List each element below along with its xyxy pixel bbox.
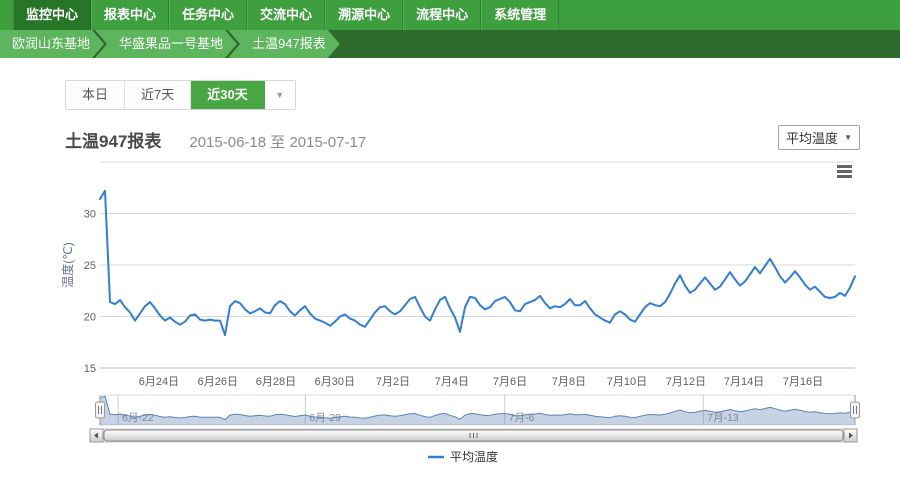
nav-item-monitoring[interactable]: 监控中心 xyxy=(13,0,91,30)
page-title: 土温947报表 xyxy=(65,132,161,151)
chart-container: 15 20 25 30 温度(℃) 6月24日 6月26日 6月28日 6月30日 7月2日 7月4… xyxy=(0,157,900,477)
tab-today[interactable]: 本日 xyxy=(66,81,125,109)
main-nav: 监控中心 报表中心 任务中心 交流中心 溯源中心 流程中心 系统管理 xyxy=(0,0,900,30)
breadcrumb-item-sub-base[interactable]: 华盛果品一号基地 xyxy=(95,30,237,58)
date-range-label: 2015-06-18 至 2015-07-17 xyxy=(189,134,366,151)
nav-item-tasks[interactable]: 任务中心 xyxy=(169,0,247,30)
nav-item-workflow[interactable]: 流程中心 xyxy=(403,0,481,30)
x-axis-tick-label: 6月24日 xyxy=(139,376,179,388)
date-range-tabs: 本日 近7天 近30天 ▼ xyxy=(65,80,296,110)
nav-item-communication[interactable]: 交流中心 xyxy=(247,0,325,30)
y-axis-title: 温度(℃) xyxy=(60,242,75,287)
nav-item-traceability[interactable]: 溯源中心 xyxy=(325,0,403,30)
x-axis-tick-label: 7月16日 xyxy=(783,376,823,388)
x-axis-tick-label: 7月2日 xyxy=(376,376,410,388)
y-axis-tick-label: 15 xyxy=(84,363,96,375)
metric-select[interactable]: 平均温度 ▼ xyxy=(778,125,860,150)
tab-last-30-days[interactable]: 近30天 xyxy=(191,81,264,109)
chart-plot-area[interactable] xyxy=(100,162,855,368)
nav-item-reports[interactable]: 报表中心 xyxy=(91,0,169,30)
x-axis-tick-label: 6月26日 xyxy=(198,376,238,388)
breadcrumb-item-base[interactable]: 欧润山东基地 xyxy=(0,30,104,58)
x-axis-tick-label: 7月6日 xyxy=(493,376,527,388)
y-axis-tick-label: 20 xyxy=(84,312,96,324)
breadcrumb-item-report[interactable]: 土温947报表 xyxy=(228,30,340,58)
tab-dropdown-button[interactable]: ▼ xyxy=(265,81,295,109)
y-axis-tick-label: 25 xyxy=(84,260,96,272)
metric-select-value: 平均温度 xyxy=(786,128,838,147)
x-axis-tick-label: 7月12日 xyxy=(666,376,706,388)
legend-item-avg-temperature[interactable]: 平均温度 xyxy=(450,449,498,464)
temperature-chart: 15 20 25 30 温度(℃) 6月24日 6月26日 6月28日 6月30日 7月2日 7月4… xyxy=(0,157,900,472)
x-axis-tick-label: 7月10日 xyxy=(607,376,647,388)
report-header: 土温947报表 2015-06-18 至 2015-07-17 平均温度 ▼ xyxy=(65,127,860,153)
navigator-left-handle[interactable] xyxy=(96,402,105,418)
breadcrumb: 欧润山东基地 华盛果品一号基地 土温947报表 xyxy=(0,30,900,58)
x-axis-tick-label: 7月14日 xyxy=(724,376,764,388)
tab-last-7-days[interactable]: 近7天 xyxy=(125,81,191,109)
chevron-down-icon: ▼ xyxy=(275,90,284,100)
x-axis-tick-label: 7月4日 xyxy=(435,376,469,388)
x-axis-tick-label: 6月28日 xyxy=(256,376,296,388)
chevron-down-icon: ▼ xyxy=(844,133,852,142)
x-axis-tick-label: 7月8日 xyxy=(552,376,586,388)
nav-item-system-admin[interactable]: 系统管理 xyxy=(481,0,559,30)
y-axis-tick-label: 30 xyxy=(84,209,96,221)
x-axis-tick-label: 6月30日 xyxy=(315,376,355,388)
navigator-right-handle[interactable] xyxy=(851,402,860,418)
